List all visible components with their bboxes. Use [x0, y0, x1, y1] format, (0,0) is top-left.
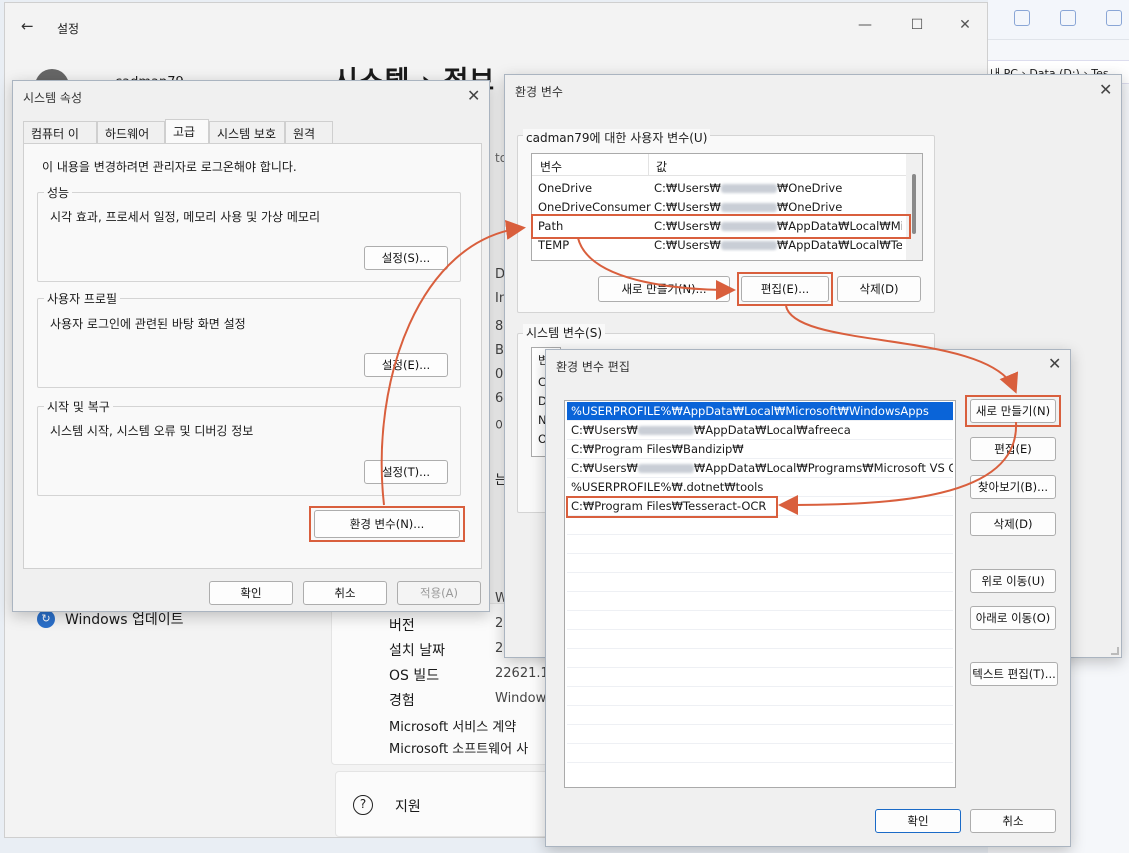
close-icon[interactable]: ✕: [1048, 354, 1061, 373]
list-item-empty[interactable]: [567, 630, 953, 649]
user-variables-list[interactable]: 변수 값 OneDrive C:₩Users₩ ₩OneDrive OneDriv…: [531, 153, 923, 261]
list-item-empty[interactable]: [567, 706, 953, 725]
ms-software-license-link[interactable]: Microsoft 소프트웨어 사: [389, 738, 528, 757]
user-profile-settings-button[interactable]: 설정(E)...: [364, 353, 448, 377]
var-name[interactable]: TEMP: [538, 238, 569, 252]
close-icon[interactable]: ✕: [467, 86, 480, 105]
user-var-new-button[interactable]: 새로 만들기(N)...: [598, 276, 730, 302]
delete-path-button[interactable]: 삭제(D): [970, 512, 1056, 536]
edit-environment-variable-dialog: 환경 변수 편집 ✕ %USERPROFILE%₩AppData₩Local₩M…: [545, 349, 1071, 847]
spec-label-install-date: 설치 날짜: [389, 643, 445, 659]
var-value[interactable]: C:₩Users₩ ₩OneDrive: [654, 200, 842, 214]
apply-button[interactable]: 적용(A): [397, 581, 481, 605]
group-label-startup-recovery: 시작 및 복구: [44, 398, 113, 415]
ms-service-agreement-link[interactable]: Microsoft 서비스 계약: [389, 716, 516, 735]
spec-label-experience: 경험: [389, 693, 415, 709]
close-icon[interactable]: ✕: [1099, 80, 1112, 99]
close-icon[interactable]: ✕: [943, 11, 987, 39]
ok-button[interactable]: 확인: [875, 809, 961, 833]
list-header: [532, 154, 922, 176]
user-variables-label: cadman79에 대한 사용자 변수(U): [523, 129, 711, 146]
var-value[interactable]: C:₩Users₩ ₩OneDrive: [654, 181, 842, 195]
list-item[interactable]: %USERPROFILE%₩.dotnet₩tools: [567, 478, 953, 497]
tab-advanced[interactable]: 고급: [165, 119, 209, 144]
sidebar-item-windows-update[interactable]: Windows 업데이트: [65, 609, 183, 629]
annotation-box: [737, 272, 833, 306]
tab-computer-name[interactable]: 컴퓨터 이름: [23, 121, 97, 158]
windows-update-icon: ↻: [37, 610, 55, 628]
list-item-empty[interactable]: [567, 725, 953, 744]
resize-grip-icon[interactable]: [1111, 647, 1119, 655]
list-item[interactable]: C:₩Program Files₩Bandizip₩: [567, 440, 953, 459]
cancel-button[interactable]: 취소: [970, 809, 1056, 833]
tab-remote[interactable]: 원격: [285, 121, 333, 143]
cancel-button[interactable]: 취소: [303, 581, 387, 605]
list-item-empty[interactable]: [567, 592, 953, 611]
paste-icon[interactable]: [1060, 10, 1076, 26]
support-label: 지원: [395, 799, 421, 815]
settings-titlebar: ← 설정 — ☐ ✕: [5, 3, 987, 47]
move-down-button[interactable]: 아래로 이동(O): [970, 606, 1056, 630]
var-name[interactable]: OneDriveConsumer: [538, 200, 651, 214]
group-label-performance: 성능: [44, 184, 73, 201]
column-divider: [648, 154, 649, 176]
var-name[interactable]: OneDrive: [538, 181, 592, 195]
copy-icon[interactable]: [1014, 10, 1030, 26]
user-profile-desc: 사용자 로그인에 관련된 바탕 화면 설정: [50, 317, 246, 331]
spec-value-experience: Window: [495, 691, 547, 706]
tab-system-protection[interactable]: 시스템 보호: [209, 121, 285, 143]
spec-label-os-build: OS 빌드: [389, 668, 440, 684]
settings-title: 설정: [57, 22, 80, 36]
annotation-box: [965, 395, 1061, 427]
list-item[interactable]: C:₩Users₩ ₩AppData₩Local₩afreeca: [567, 421, 953, 440]
dialog-title: 시스템 속성: [23, 91, 83, 105]
spec-label-version: 버전: [389, 618, 415, 634]
list-item-empty[interactable]: [567, 649, 953, 668]
maximize-icon[interactable]: ☐: [895, 11, 939, 39]
list-item-empty[interactable]: [567, 611, 953, 630]
list-item-empty[interactable]: [567, 744, 953, 763]
performance-settings-button[interactable]: 설정(S)...: [364, 246, 448, 270]
startup-recovery-desc: 시스템 시작, 시스템 오류 및 디버깅 정보: [50, 424, 254, 438]
startup-recovery-settings-button[interactable]: 설정(T)...: [364, 460, 448, 484]
admin-note: 이 내용을 변경하려면 관리자로 로그온해야 합니다.: [42, 160, 297, 174]
column-header-value[interactable]: 값: [656, 158, 667, 175]
edit-path-button[interactable]: 편집(E): [970, 437, 1056, 461]
back-arrow-icon[interactable]: ←: [21, 17, 34, 35]
var-value[interactable]: C:₩Users₩ ₩AppData₩Local₩Te...: [654, 238, 902, 252]
rename-icon[interactable]: [1106, 10, 1122, 26]
browse-button[interactable]: 찾아보기(B)...: [970, 475, 1056, 499]
list-item-empty[interactable]: [567, 687, 953, 706]
group-label-user-profile: 사용자 프로필: [44, 290, 121, 307]
column-header-variable[interactable]: 변수: [540, 158, 562, 175]
list-item-empty[interactable]: [567, 573, 953, 592]
minimize-icon[interactable]: —: [843, 11, 887, 39]
dialog-title: 환경 변수: [515, 85, 563, 99]
explorer-toolbar: [988, 0, 1129, 40]
annotation-box: [566, 496, 778, 518]
list-item-empty[interactable]: [567, 516, 953, 535]
edit-text-button[interactable]: 텍스트 편집(T)...: [970, 662, 1058, 686]
spec-value-os-build: 22621.1: [495, 666, 549, 681]
tab-hardware[interactable]: 하드웨어: [97, 121, 165, 143]
advanced-tab-panel: 이 내용을 변경하려면 관리자로 로그온해야 합니다. 성능 시각 효과, 프로…: [23, 143, 482, 569]
move-up-button[interactable]: 위로 이동(U): [970, 569, 1056, 593]
help-icon: ?: [353, 795, 373, 815]
dialog-title: 환경 변수 편집: [556, 360, 630, 374]
list-item[interactable]: %USERPROFILE%₩AppData₩Local₩Microsoft₩Wi…: [567, 402, 953, 421]
list-item-empty[interactable]: [567, 668, 953, 687]
user-var-delete-button[interactable]: 삭제(D): [837, 276, 921, 302]
performance-desc: 시각 효과, 프로세서 일정, 메모리 사용 및 가상 메모리: [50, 210, 320, 224]
annotation-box: [309, 506, 465, 542]
path-list[interactable]: %USERPROFILE%₩AppData₩Local₩Microsoft₩Wi…: [564, 400, 956, 788]
ok-button[interactable]: 확인: [209, 581, 293, 605]
system-variables-label: 시스템 변수(S): [523, 324, 605, 341]
system-properties-dialog: 시스템 속성 ✕ 컴퓨터 이름 하드웨어 고급 시스템 보호 원격 이 내용을 …: [12, 80, 490, 612]
list-item[interactable]: C:₩Users₩ ₩AppData₩Local₩Programs₩Microso…: [567, 459, 953, 478]
list-item-empty[interactable]: [567, 554, 953, 573]
annotation-box: [531, 214, 911, 239]
list-item-empty[interactable]: [567, 535, 953, 554]
scrollbar-thumb[interactable]: [912, 174, 916, 234]
